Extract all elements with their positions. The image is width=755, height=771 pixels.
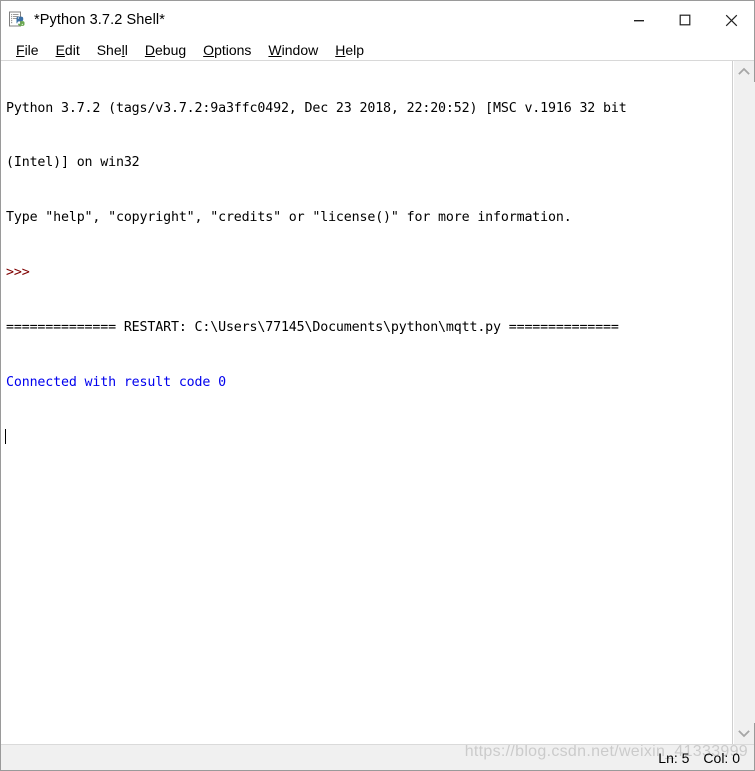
scroll-down-button[interactable] — [734, 723, 755, 744]
idle-shell-window: *Python 3.7.2 Shell* File Edit Shell Deb… — [0, 0, 755, 771]
maximize-button[interactable] — [662, 1, 708, 39]
maximize-icon — [679, 14, 691, 26]
console-output[interactable]: Python 3.7.2 (tags/v3.7.2:9a3ffc0492, De… — [5, 63, 732, 484]
menu-label-rest: ptions — [214, 41, 252, 58]
console-line: Python 3.7.2 (tags/v3.7.2:9a3ffc0492, De… — [6, 100, 627, 116]
menu-mnemonic: E — [55, 41, 65, 58]
menu-item-file[interactable]: File — [8, 40, 48, 60]
console-line: Type "help", "copyright", "credits" or "… — [6, 210, 572, 226]
window-title: *Python 3.7.2 Shell* — [34, 12, 165, 28]
menu-item-debug[interactable]: Debug — [137, 40, 195, 60]
menu-label-rest: dit — [64, 41, 80, 58]
python-idle-icon — [8, 11, 26, 29]
menu-label-rest: elp — [345, 41, 365, 58]
menu-mnemonic: W — [268, 41, 282, 58]
window-controls — [616, 1, 754, 39]
vertical-scrollbar[interactable] — [733, 61, 755, 744]
shell-text-area[interactable]: Python 3.7.2 (tags/v3.7.2:9a3ffc0492, De… — [1, 61, 733, 744]
console-output-line: Connected with result code 0 — [6, 375, 226, 391]
menu-item-window[interactable]: Window — [260, 40, 327, 60]
status-column-number: Col: 0 — [703, 749, 740, 766]
chevron-up-icon — [738, 67, 750, 75]
menu-item-help[interactable]: Help — [327, 40, 373, 60]
close-icon — [725, 14, 737, 26]
text-cursor — [5, 428, 6, 444]
status-line-number: Ln: 5 — [658, 749, 690, 766]
menu-bar: File Edit Shell Debug Options Window Hel… — [1, 39, 754, 61]
menu-mnemonic: H — [335, 41, 346, 58]
menu-label-pre: She — [96, 41, 122, 58]
menu-mnemonic: O — [203, 41, 215, 58]
minimize-button[interactable] — [616, 1, 662, 39]
menu-label-rest: indow — [281, 41, 319, 58]
minimize-icon — [634, 20, 644, 22]
console-line: (Intel)] on win32 — [6, 155, 140, 171]
menu-item-edit[interactable]: Edit — [48, 40, 89, 60]
shell-content: Python 3.7.2 (tags/v3.7.2:9a3ffc0492, De… — [1, 61, 755, 744]
close-button[interactable] — [708, 1, 754, 39]
menu-label-rest: ebug — [155, 41, 187, 58]
console-caret-line — [5, 428, 732, 447]
menu-item-options[interactable]: Options — [195, 40, 260, 60]
menu-mnemonic: D — [144, 41, 156, 58]
menu-label-rest: ile — [24, 41, 39, 58]
menu-label-rest: l — [124, 41, 128, 58]
title-bar: *Python 3.7.2 Shell* — [1, 1, 754, 39]
scroll-up-button[interactable] — [734, 61, 755, 82]
status-bar: https://blog.csdn.net/weixin_41333999 Ln… — [1, 744, 754, 770]
console-restart-line: ============== RESTART: C:\Users\77145\D… — [6, 320, 619, 336]
menu-item-shell[interactable]: Shell — [89, 40, 137, 60]
chevron-down-icon — [738, 730, 750, 738]
menu-mnemonic: F — [16, 41, 25, 58]
console-prompt-line: >>> — [6, 265, 38, 281]
scrollbar-track[interactable] — [733, 82, 755, 723]
